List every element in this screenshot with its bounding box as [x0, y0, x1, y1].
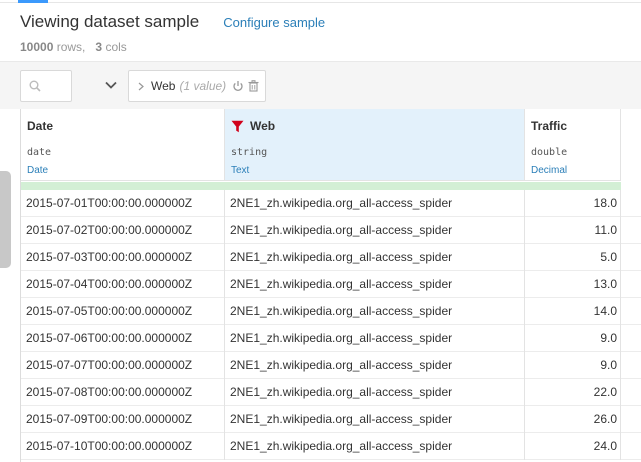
configure-sample-link[interactable]: Configure sample: [223, 15, 325, 30]
cell-web[interactable]: 2NE1_zh.wikipedia.org_all-access_spider: [225, 406, 525, 433]
cell-traffic[interactable]: 18.0: [525, 190, 621, 217]
column-name: Date: [27, 119, 54, 133]
rows-label: rows,: [56, 40, 86, 54]
cell-traffic[interactable]: 22.0: [525, 379, 621, 406]
column-name: Traffic: [531, 119, 568, 133]
dataset-stats: 10000 rows, 3 cols: [20, 40, 127, 54]
trash-icon[interactable]: [248, 80, 259, 92]
table-row[interactable]: 2015-07-07T00:00:00.000000Z 2NE1_zh.wiki…: [21, 352, 641, 379]
cell-traffic[interactable]: 9.0: [525, 325, 621, 352]
cell-web[interactable]: 2NE1_zh.wikipedia.org_all-access_spider: [225, 298, 525, 325]
table-row[interactable]: 2015-07-10T00:00:00.000000Z 2NE1_zh.wiki…: [21, 433, 641, 460]
column-header-web[interactable]: Web string Text: [225, 109, 525, 181]
cell-web[interactable]: 2NE1_zh.wikipedia.org_all-access_spider: [225, 190, 525, 217]
column-meaning[interactable]: Decimal: [531, 165, 567, 176]
cell-traffic[interactable]: 13.0: [525, 271, 621, 298]
cell-web[interactable]: 2NE1_zh.wikipedia.org_all-access_spider: [225, 379, 525, 406]
cell-date[interactable]: 2015-07-06T00:00:00.000000Z: [21, 325, 225, 352]
top-divider: [0, 2, 641, 3]
search-input[interactable]: [20, 70, 72, 102]
cell-traffic[interactable]: 14.0: [525, 298, 621, 325]
table-row[interactable]: 2015-07-06T00:00:00.000000Z 2NE1_zh.wiki…: [21, 325, 641, 352]
cell-web[interactable]: 2NE1_zh.wikipedia.org_all-access_spider: [225, 217, 525, 244]
page-header: Viewing dataset sample Configure sample: [20, 12, 325, 36]
filter-dropdown-toggle[interactable]: [104, 78, 120, 94]
cell-web[interactable]: 2NE1_zh.wikipedia.org_all-access_spider: [225, 352, 525, 379]
column-storage-type: string: [231, 147, 268, 158]
filter-facet-web[interactable]: Web (1 value): [128, 70, 266, 102]
table-row[interactable]: 2015-07-01T00:00:00.000000Z 2NE1_zh.wiki…: [21, 190, 641, 217]
search-icon: [29, 80, 41, 92]
cell-date[interactable]: 2015-07-03T00:00:00.000000Z: [21, 244, 225, 271]
column-meaning[interactable]: Date: [27, 165, 48, 176]
cell-web[interactable]: 2NE1_zh.wikipedia.org_all-access_spider: [225, 271, 525, 298]
cell-web[interactable]: 2NE1_zh.wikipedia.org_all-access_spider: [225, 433, 525, 460]
column-storage-type: double: [531, 147, 568, 158]
page-title: Viewing dataset sample: [20, 12, 200, 31]
cell-web[interactable]: 2NE1_zh.wikipedia.org_all-access_spider: [225, 244, 525, 271]
cell-traffic[interactable]: 24.0: [525, 433, 621, 460]
column-header-traffic[interactable]: Traffic double Decimal: [525, 109, 621, 181]
chevron-right-icon[interactable]: [138, 82, 144, 91]
table-row[interactable]: 2015-07-02T00:00:00.000000Z 2NE1_zh.wiki…: [21, 217, 641, 244]
facet-count: (1 value): [179, 79, 227, 93]
cols-label: cols: [105, 40, 127, 54]
cols-count: 3: [95, 40, 103, 54]
filter-bar: Web (1 value): [0, 61, 641, 109]
cell-traffic[interactable]: 11.0: [525, 217, 621, 244]
cell-date[interactable]: 2015-07-02T00:00:00.000000Z: [21, 217, 225, 244]
cell-date[interactable]: 2015-07-08T00:00:00.000000Z: [21, 379, 225, 406]
column-name: Web: [250, 119, 276, 133]
cell-traffic[interactable]: 5.0: [525, 244, 621, 271]
table-body: 2015-07-01T00:00:00.000000Z 2NE1_zh.wiki…: [21, 190, 641, 460]
table-row[interactable]: 2015-07-09T00:00:00.000000Z 2NE1_zh.wiki…: [21, 406, 641, 433]
power-icon[interactable]: [232, 80, 244, 92]
facet-name: Web: [151, 79, 176, 93]
column-meaning[interactable]: Text: [231, 165, 249, 176]
table-row[interactable]: 2015-07-04T00:00:00.000000Z 2NE1_zh.wiki…: [21, 271, 641, 298]
cell-date[interactable]: 2015-07-05T00:00:00.000000Z: [21, 298, 225, 325]
cell-traffic[interactable]: 9.0: [525, 352, 621, 379]
cell-date[interactable]: 2015-07-04T00:00:00.000000Z: [21, 271, 225, 298]
active-tab-indicator: [18, 0, 48, 3]
side-scroll-handle[interactable]: [0, 171, 11, 268]
table-row[interactable]: 2015-07-08T00:00:00.000000Z 2NE1_zh.wiki…: [21, 379, 641, 406]
cell-date[interactable]: 2015-07-07T00:00:00.000000Z: [21, 352, 225, 379]
filter-icon: [231, 120, 244, 132]
column-storage-type: date: [27, 147, 52, 158]
rows-count: 10000: [20, 40, 54, 54]
table-row[interactable]: 2015-07-03T00:00:00.000000Z 2NE1_zh.wiki…: [21, 244, 641, 271]
chevron-down-icon: [105, 81, 117, 89]
column-header-date[interactable]: Date date Date: [21, 109, 225, 181]
cell-date[interactable]: 2015-07-09T00:00:00.000000Z: [21, 406, 225, 433]
data-grid: Date date Date Web string Text Traffic d…: [20, 109, 641, 462]
data-quality-bar: [21, 182, 621, 190]
cell-date[interactable]: 2015-07-10T00:00:00.000000Z: [21, 433, 225, 460]
cell-traffic[interactable]: 26.0: [525, 406, 621, 433]
column-name-wrap: Web: [231, 119, 275, 133]
table-row[interactable]: 2015-07-05T00:00:00.000000Z 2NE1_zh.wiki…: [21, 298, 641, 325]
cell-web[interactable]: 2NE1_zh.wikipedia.org_all-access_spider: [225, 325, 525, 352]
cell-date[interactable]: 2015-07-01T00:00:00.000000Z: [21, 190, 225, 217]
dataset-sample-page: Viewing dataset sample Configure sample …: [0, 0, 641, 462]
